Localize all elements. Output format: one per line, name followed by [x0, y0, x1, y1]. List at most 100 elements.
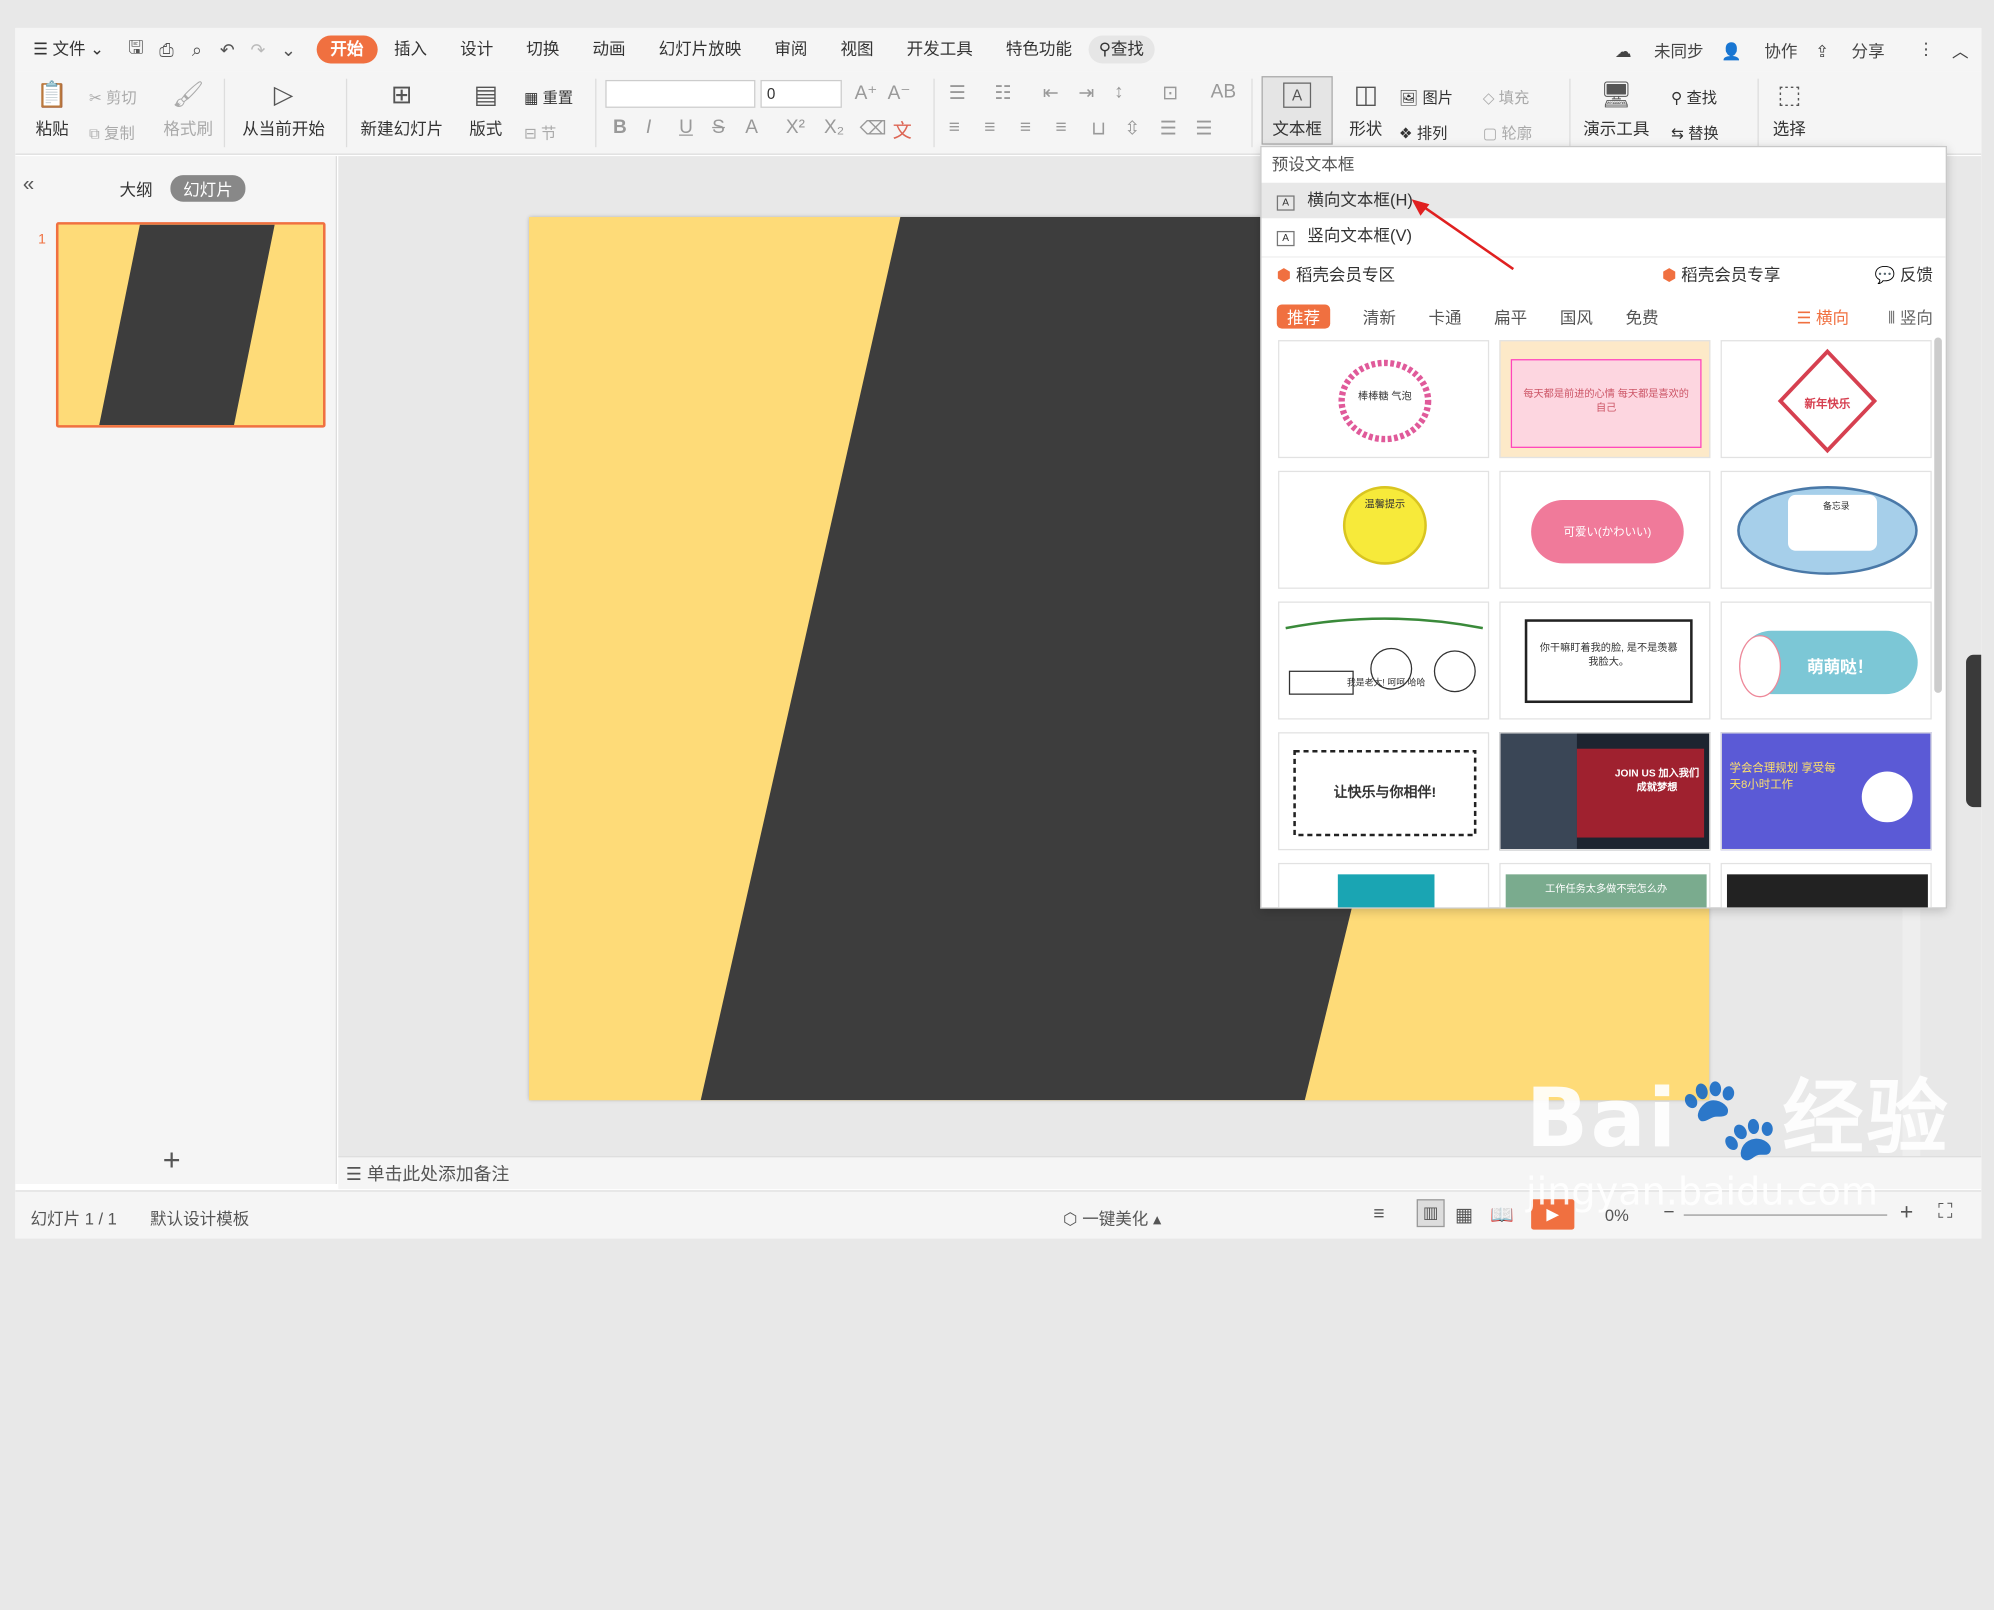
- member-exclusive-link[interactable]: ⬢ 稻壳会员专享: [1662, 258, 1780, 294]
- para-spacing-icon[interactable]: ☰: [1160, 117, 1177, 140]
- notes-toggle-icon[interactable]: ≡: [1373, 1203, 1384, 1225]
- presentation-tools-button[interactable]: 🖥 演示工具: [1577, 79, 1656, 140]
- normal-view-icon[interactable]: ▥: [1416, 1199, 1445, 1228]
- font-color-icon[interactable]: A: [745, 117, 758, 139]
- text-direction-icon[interactable]: ↕: [1114, 81, 1124, 103]
- shape-button[interactable]: ◫ 形状: [1340, 79, 1391, 140]
- paste-button[interactable]: 📋 粘贴: [31, 79, 74, 140]
- slide-thumbnail[interactable]: [55, 222, 326, 428]
- sync-button[interactable]: ☁ 未同步: [1615, 37, 1704, 61]
- dropdown-scrollbar[interactable]: [1934, 337, 1942, 693]
- cat-flat[interactable]: 扁平: [1494, 305, 1527, 329]
- sorter-view-icon[interactable]: ▦: [1455, 1203, 1473, 1226]
- replace-button[interactable]: ⇆ 替换: [1671, 122, 1719, 144]
- fit-window-icon[interactable]: ⛶: [1938, 1202, 1952, 1225]
- collapse-ribbon-icon[interactable]: ︿: [1952, 37, 1969, 61]
- tab-design[interactable]: 设计: [444, 36, 510, 64]
- format-painter-button[interactable]: 🖌 格式刷: [160, 79, 216, 140]
- redo-icon[interactable]: ↷: [243, 39, 274, 61]
- template-tile[interactable]: JOIN US 加入我们 成就梦想: [1499, 732, 1711, 851]
- print-icon[interactable]: ⎙: [151, 39, 182, 61]
- arrange-button[interactable]: ❖ 排列: [1399, 122, 1447, 144]
- horizontal-textbox-item[interactable]: A 横向文本框(H): [1261, 182, 1946, 219]
- distribute-icon[interactable]: ⊔: [1091, 117, 1106, 140]
- align-center-icon[interactable]: ≡: [984, 117, 995, 139]
- fill-button[interactable]: ◇ 填充: [1483, 86, 1530, 108]
- underline-icon[interactable]: U: [679, 117, 693, 139]
- textbox-button[interactable]: A 文本框: [1264, 79, 1330, 140]
- template-tile[interactable]: 温馨提示: [1278, 470, 1490, 589]
- template-tile[interactable]: [1278, 862, 1490, 908]
- template-name[interactable]: 默认设计模板: [150, 1206, 249, 1230]
- align-left-icon[interactable]: ≡: [949, 117, 960, 139]
- template-tile[interactable]: 你干嘛盯着我的脸, 是不是羡慕我脸大。: [1499, 601, 1711, 720]
- new-slide-button[interactable]: ⊞ 新建幻灯片: [356, 79, 448, 140]
- more-icon[interactable]: ⋮: [1918, 39, 1935, 59]
- numbering-icon[interactable]: ☷: [994, 81, 1011, 104]
- collab-button[interactable]: 👤 协作: [1721, 37, 1797, 61]
- tab-home[interactable]: 开始: [316, 35, 378, 64]
- orient-horizontal[interactable]: ☰ 横向: [1797, 305, 1850, 329]
- eraser-icon[interactable]: ⌫: [860, 117, 887, 140]
- reading-view-icon[interactable]: 📖: [1490, 1203, 1514, 1226]
- autofit-icon[interactable]: AB: [1211, 81, 1236, 103]
- phonetic-icon[interactable]: 文: [893, 117, 912, 144]
- collapse-panel-icon[interactable]: «: [23, 174, 34, 197]
- feedback-link[interactable]: 💬 反馈: [1875, 258, 1933, 294]
- tab-transition[interactable]: 切换: [510, 36, 576, 64]
- columns-icon[interactable]: ⊡: [1162, 81, 1178, 104]
- layout-button[interactable]: ▤ 版式: [463, 79, 509, 140]
- align-right-icon[interactable]: ≡: [1020, 117, 1031, 139]
- template-tile[interactable]: 让快乐与你相伴!: [1278, 732, 1490, 851]
- orient-vertical[interactable]: ⦀ 竖向: [1888, 305, 1933, 329]
- print-preview-icon[interactable]: ⌕: [182, 39, 213, 61]
- tab-review[interactable]: 审阅: [758, 36, 824, 64]
- cat-chinese[interactable]: 国风: [1560, 305, 1593, 329]
- tab-slides[interactable]: 幻灯片: [170, 175, 246, 202]
- cut-button[interactable]: ✂ 剪切: [89, 86, 137, 108]
- tab-insert[interactable]: 插入: [377, 36, 443, 64]
- save-icon[interactable]: 🖫: [121, 34, 152, 64]
- tab-developer[interactable]: 开发工具: [890, 36, 989, 64]
- vertical-align-icon[interactable]: ☰: [1195, 117, 1212, 140]
- tab-features[interactable]: 特色功能: [989, 36, 1088, 64]
- increase-indent-icon[interactable]: ⇥: [1078, 81, 1094, 104]
- grow-font-icon[interactable]: A⁺: [855, 81, 878, 104]
- template-tile[interactable]: 棒棒糖 气泡: [1278, 340, 1490, 459]
- section-button[interactable]: ⊟ 节: [524, 122, 556, 144]
- bold-icon[interactable]: B: [613, 117, 627, 139]
- side-widget[interactable]: [1966, 654, 1982, 808]
- add-slide-icon[interactable]: +: [163, 1143, 181, 1179]
- tab-animation[interactable]: 动画: [576, 36, 642, 64]
- subscript-icon[interactable]: X₂: [824, 117, 844, 139]
- play-from-current-button[interactable]: ▷ 从当前开始: [234, 79, 333, 140]
- font-size-field[interactable]: 0: [760, 79, 842, 108]
- picture-button[interactable]: 🖼 图片: [1399, 86, 1453, 108]
- select-button[interactable]: ⬚ 选择: [1765, 79, 1813, 140]
- template-tile[interactable]: [1720, 862, 1932, 908]
- share-button[interactable]: ⇪ 分享: [1815, 37, 1884, 61]
- font-name-field[interactable]: [605, 79, 756, 108]
- reset-button[interactable]: ▦ 重置: [524, 86, 573, 108]
- vertical-textbox-item[interactable]: A 竖向文本框(V): [1262, 218, 1946, 254]
- cat-free[interactable]: 免费: [1625, 305, 1658, 329]
- copy-button[interactable]: ⧉ 复制: [89, 122, 135, 144]
- template-tile[interactable]: 新年快乐: [1720, 340, 1932, 459]
- tab-slideshow[interactable]: 幻灯片放映: [642, 36, 758, 64]
- strikethrough-icon[interactable]: S: [712, 117, 725, 139]
- superscript-icon[interactable]: X²: [786, 117, 805, 139]
- template-tile[interactable]: 萌萌哒！: [1720, 601, 1932, 720]
- undo-icon[interactable]: ↶: [212, 39, 243, 61]
- beautify-button[interactable]: ⬡ 一键美化 ▴: [1063, 1206, 1161, 1230]
- template-tile[interactable]: 学会合理规划 享受每天8小时工作: [1720, 732, 1932, 851]
- cat-cartoon[interactable]: 卡通: [1428, 305, 1461, 329]
- template-tile[interactable]: 备忘录: [1720, 470, 1932, 589]
- find-button[interactable]: ⚲ 查找: [1671, 86, 1717, 108]
- outline-button[interactable]: ▢ 轮廓: [1483, 122, 1532, 144]
- template-tile[interactable]: 我是老大! 呵呵 哈哈: [1278, 601, 1490, 720]
- file-menu[interactable]: ☰ 文件 ⌄: [15, 36, 120, 64]
- line-spacing-icon[interactable]: ⇳: [1124, 117, 1140, 140]
- template-tile[interactable]: 可爱い(かわいい): [1499, 470, 1711, 589]
- italic-icon[interactable]: I: [646, 117, 651, 139]
- cat-fresh[interactable]: 清新: [1363, 305, 1396, 329]
